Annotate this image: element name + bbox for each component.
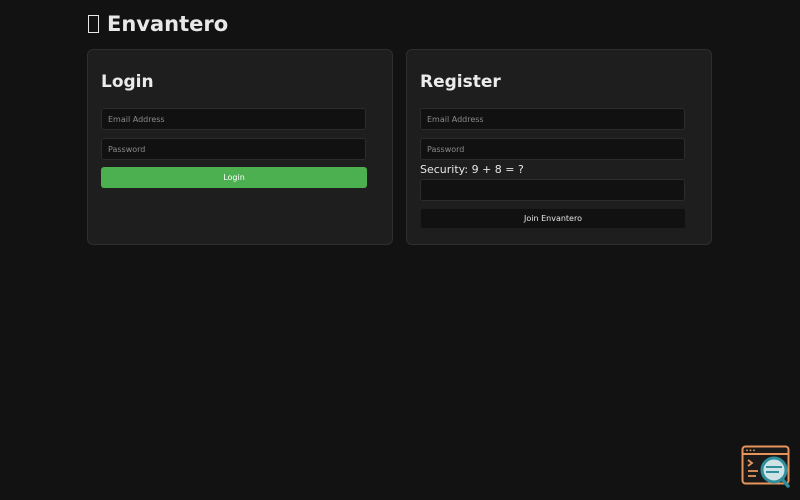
app-title-text: Envantero: [107, 12, 229, 36]
app-title: Envantero: [88, 10, 228, 38]
brand-icon: [88, 15, 99, 33]
login-heading: Login: [101, 72, 154, 92]
register-heading: Register: [420, 72, 501, 92]
register-email-input[interactable]: [420, 108, 685, 130]
join-button[interactable]: Join Envantero: [420, 208, 686, 229]
security-answer-input[interactable]: [420, 179, 685, 201]
login-button[interactable]: Login: [101, 167, 367, 188]
register-card: Register Security: 9 + 8 = ? Join Envant…: [406, 49, 712, 245]
login-card: Login Login: [87, 49, 393, 245]
login-email-input[interactable]: [101, 108, 366, 130]
security-question-label: Security: 9 + 8 = ?: [420, 163, 524, 176]
login-password-input[interactable]: [101, 138, 366, 160]
register-password-input[interactable]: [420, 138, 685, 160]
browser-search-icon[interactable]: [741, 445, 791, 489]
